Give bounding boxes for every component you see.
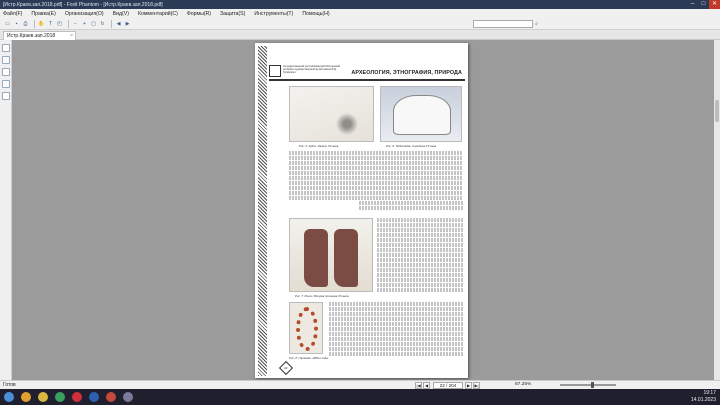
page-navigation: |◀ ◀ 22 / 204 ▶ ▶|: [415, 381, 481, 389]
attachments-icon[interactable]: [2, 80, 10, 88]
start-icon[interactable]: [4, 392, 14, 402]
body-text-top: [289, 151, 463, 211]
window-title: [Истр.Краев.зап.2018.pdf] - Foxit Phanto…: [3, 1, 163, 8]
tab-bar: Истр.Краев.зап.2018 ×: [0, 30, 720, 40]
first-page-icon[interactable]: |◀: [415, 381, 422, 389]
page-indicator[interactable]: 22 / 204: [433, 381, 463, 389]
print-icon[interactable]: ⎙: [22, 21, 29, 28]
clock-date: 14.01.2023: [690, 397, 716, 403]
hand-tool-icon[interactable]: ✋: [38, 21, 45, 28]
menu-protect[interactable]: Защита(S): [220, 11, 245, 17]
zoom-level[interactable]: 87.25%: [515, 381, 531, 389]
search-icon[interactable]: ⌕: [533, 21, 540, 28]
pages-icon[interactable]: [2, 44, 10, 52]
save-icon[interactable]: ▪: [13, 21, 20, 28]
menu-comment[interactable]: Комментарий(C): [138, 11, 178, 17]
menu-tools[interactable]: Инструменты(T): [254, 11, 293, 17]
toolbar: ▭ ▪ ⎙ ✋ T ◰ − + ▢ ↻ ◀ ▶ ⌕: [0, 19, 720, 30]
page-number: 22: [284, 366, 288, 370]
opera-icon[interactable]: [72, 392, 82, 402]
snapshot-icon[interactable]: ◰: [56, 21, 63, 28]
close-icon[interactable]: ✕: [709, 0, 720, 9]
select-text-icon[interactable]: T: [47, 21, 54, 28]
signatures-icon[interactable]: [2, 92, 10, 100]
section-title: АРХЕОЛОГИЯ, ЭТНОГРАФИЯ, ПРИРОДА: [351, 70, 462, 76]
caption-fig6: Рис. 6. Тюбетейка. Середина XX века.: [386, 144, 437, 148]
zoom-slider[interactable]: [560, 382, 616, 388]
zoom-in-icon[interactable]: +: [81, 21, 88, 28]
menu-forms[interactable]: Формы(R): [187, 11, 211, 17]
navigation-panel: [0, 40, 12, 380]
prev-page-icon[interactable]: ◀: [423, 381, 430, 389]
vertical-scrollbar[interactable]: [714, 40, 720, 380]
menu-file[interactable]: Файл(F): [3, 11, 22, 17]
page-number-badge: 22: [278, 360, 294, 376]
toolbar-divider: [68, 20, 69, 28]
taskbar: [0, 389, 720, 405]
media-icon[interactable]: [55, 392, 65, 402]
tab-document[interactable]: Истр.Краев.зап.2018 ×: [3, 31, 76, 40]
status-ready: Готов: [3, 382, 16, 388]
body-text-right: [377, 218, 463, 293]
layers-icon[interactable]: [2, 68, 10, 76]
photo-garland: [289, 302, 323, 354]
document-viewport[interactable]: Государственный республиканский Истринск…: [12, 40, 720, 380]
pdf-reader-icon[interactable]: [106, 392, 116, 402]
rotate-icon[interactable]: ↻: [99, 21, 106, 28]
zoom-slider-thumb[interactable]: [591, 382, 594, 388]
caption-fig5: Рис. 5. Кубок. Начало XX века.: [299, 144, 339, 148]
menu-help[interactable]: Помощь(H): [302, 11, 329, 17]
page-header: Государственный республиканский Истринск…: [269, 65, 465, 81]
last-page-icon[interactable]: ▶|: [473, 381, 480, 389]
fit-page-icon[interactable]: ▢: [90, 21, 97, 28]
zoom-out-icon[interactable]: −: [72, 21, 79, 28]
maximize-icon[interactable]: □: [698, 0, 709, 9]
system-tray: 19:17 14.01.2023: [691, 389, 720, 405]
menu-edit[interactable]: Правка(E): [31, 11, 55, 17]
caption-fig7: Рис. 7. Ичиги. Вторая половина XX века.: [295, 294, 350, 298]
search-input[interactable]: [473, 20, 533, 28]
browser-icon[interactable]: [21, 392, 31, 402]
toolbar-divider: [34, 20, 35, 28]
previous-page-icon[interactable]: ◀: [115, 21, 122, 28]
photo-skullcap: [380, 86, 462, 142]
open-icon[interactable]: ▭: [4, 21, 11, 28]
clock-time: 19:17: [703, 390, 716, 396]
scroll-thumb[interactable]: [715, 100, 719, 122]
window-controls: – □ ✕: [687, 0, 720, 9]
caption-fig8: Рис. 8. Гирлянда. 1980-е годы.: [289, 356, 329, 360]
minimize-icon[interactable]: –: [687, 0, 698, 9]
photo-embroidered-cloth: [289, 86, 374, 142]
photo-boots: [289, 218, 373, 292]
title-bar: [Истр.Краев.зап.2018.pdf] - Foxit Phanto…: [0, 0, 720, 9]
explorer-icon[interactable]: [38, 392, 48, 402]
pdf-page: Государственный республиканский Истринск…: [255, 43, 468, 378]
menu-bar: Файл(F) Правка(E) Организация(O) Вид(V) …: [0, 9, 720, 19]
status-bar: Готов |◀ ◀ 22 / 204 ▶ ▶| 87.25%: [0, 380, 720, 389]
menu-organize[interactable]: Организация(O): [65, 11, 104, 17]
app-icon[interactable]: [123, 392, 133, 402]
org-name: Государственный республиканский Истринск…: [283, 65, 341, 74]
bookmarks-icon[interactable]: [2, 56, 10, 64]
museum-logo-icon: [269, 65, 281, 77]
body-text-bottom: [329, 302, 463, 357]
tab-label: Истр.Краев.зап.2018: [7, 33, 56, 39]
menu-view[interactable]: Вид(V): [113, 11, 129, 17]
tab-close-icon[interactable]: ×: [70, 32, 73, 40]
next-page-icon[interactable]: ▶: [465, 381, 472, 389]
ornament-border: [258, 46, 267, 376]
toolbar-divider: [111, 20, 112, 28]
next-page-icon[interactable]: ▶: [124, 21, 131, 28]
word-icon[interactable]: [89, 392, 99, 402]
